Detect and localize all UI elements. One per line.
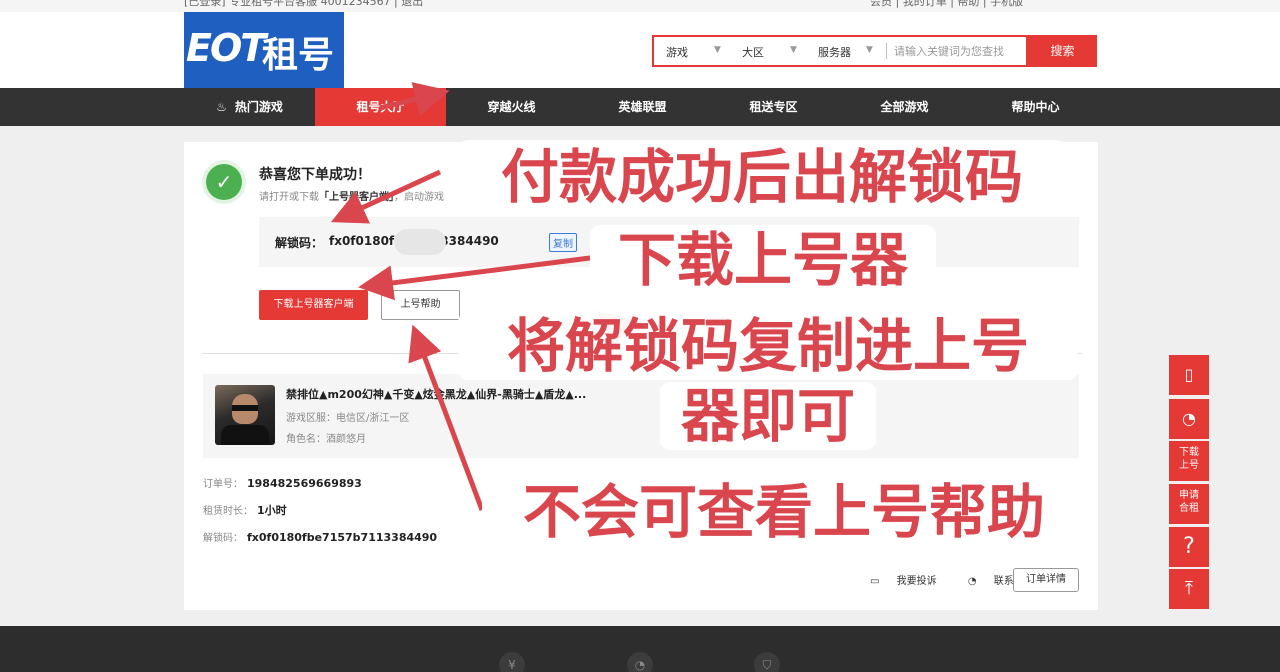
logo-mark: EOT: [186, 26, 266, 70]
unlock-code-row-value: fx0f0180fbe7157b7113384490: [247, 531, 438, 544]
nav-item-label: 全部游戏: [880, 100, 929, 114]
phone-download-icon[interactable]: ▯: [1169, 355, 1209, 395]
order-number-label: 订单号：: [203, 479, 243, 490]
question-icon[interactable]: ?: [1169, 527, 1209, 567]
chevron-down-icon[interactable]: ▼: [714, 45, 721, 55]
site-logo[interactable]: EOT 租号: [184, 12, 344, 88]
game-select[interactable]: 游戏: [666, 44, 688, 60]
search-divider: [886, 43, 887, 59]
nav-item-rent-gift[interactable]: 租送专区: [708, 88, 839, 126]
annotation-help: 不会可查看上号帮助: [482, 476, 1086, 548]
complaint-link[interactable]: ▭ 我要投诉: [870, 576, 951, 587]
nav-item-label: 穿越火线: [487, 100, 536, 114]
support-icon: ◔: [627, 652, 653, 672]
annotation-copy-line1: 将解锁码复制进上号: [458, 312, 1078, 380]
rental-duration: 租赁时长： 1小时: [203, 502, 287, 518]
download-login-tool-button[interactable]: 下载上号: [1169, 441, 1209, 481]
search-box: 游戏 ▼ 大区 ▼ 服务器 ▼: [652, 35, 1028, 67]
login-help-button[interactable]: 上号帮助: [381, 290, 460, 320]
search-button[interactable]: 搜索: [1028, 35, 1097, 67]
unlock-code-row-label: 解锁码：: [203, 533, 243, 544]
hint-suffix: ，启动游戏: [394, 192, 444, 203]
nav-item-label: 租送专区: [749, 100, 798, 114]
page-footer: ¥ ◔ ⛉: [0, 626, 1280, 672]
rental-duration-label: 租赁时长：: [203, 506, 253, 517]
apply-share-rent-button[interactable]: 申请合租: [1169, 484, 1209, 524]
logo-text: 租号: [262, 35, 335, 76]
payment-icon: ¥: [499, 652, 525, 672]
game-account-title[interactable]: 禁排位▲m200幻神▲千变▲炫金黑龙▲仙界-黑骑士▲盾龙▲...: [286, 386, 586, 402]
back-to-top-icon[interactable]: ⤒: [1169, 569, 1209, 609]
headset-icon: ◔: [967, 576, 980, 587]
nav-item-rental-hall[interactable]: 租号大厅: [315, 88, 446, 126]
annotation-copy-line2: 器即可: [660, 382, 876, 450]
hint-client: 「上号器客户端」: [319, 192, 394, 203]
order-number-value: 198482569669893: [247, 477, 362, 490]
server-select[interactable]: 服务器: [818, 44, 851, 60]
redaction-blur: [394, 229, 446, 255]
nav-item-all-games[interactable]: 全部游戏: [839, 88, 970, 126]
region-select[interactable]: 大区: [742, 44, 764, 60]
game-area: 游戏区服：电信区/浙江一区: [286, 413, 410, 424]
comment-icon: ▭: [870, 576, 883, 587]
complaint-label: 我要投诉: [896, 576, 937, 587]
game-avatar: [215, 385, 275, 445]
unlock-code-label: 解锁码：: [275, 236, 324, 250]
check-icon: ✓: [206, 164, 242, 200]
nav-item-crossfire[interactable]: 穿越火线: [446, 88, 577, 126]
annotation-download-tool: 下载上号器: [590, 225, 936, 295]
success-hint: 请打开或下载「上号器客户端」，启动游戏: [259, 188, 444, 203]
headset-icon[interactable]: ◔: [1169, 399, 1209, 439]
chevron-down-icon[interactable]: ▼: [790, 45, 797, 55]
nav-item-hot-games[interactable]: ♨ 热门游戏: [184, 88, 315, 126]
download-client-button[interactable]: 下载上号器客户端: [259, 290, 368, 320]
hint-prefix: 请打开或下载: [259, 192, 319, 203]
order-detail-button[interactable]: 订单详情: [1013, 568, 1079, 592]
nav-item-label: 帮助中心: [1011, 100, 1060, 114]
unlock-code-row: 解锁码： fx0f0180fbe7157b7113384490: [203, 529, 437, 544]
order-number: 订单号： 198482569669893: [203, 475, 362, 490]
success-title: 恭喜您下单成功！: [259, 167, 371, 183]
top-strip-left-text: [已登录] 专业租号平台客服 4001234567 | 退出: [184, 0, 424, 8]
annotation-unlock-code: 付款成功后出解锁码: [458, 140, 1066, 215]
shield-icon: ⛉: [754, 652, 780, 672]
rental-duration-value: 1小时: [257, 504, 287, 517]
game-info-box: 禁排位▲m200幻神▲千变▲炫金黑龙▲仙界-黑骑士▲盾龙▲... 游戏区服：电信…: [203, 374, 1079, 458]
nav-item-label: 英雄联盟: [618, 100, 667, 114]
nav-item-label: 租号大厅: [356, 100, 405, 114]
main-nav: ♨ 热门游戏 租号大厅 穿越火线 英雄联盟 租送专区 全部游戏 帮助中心: [0, 88, 1280, 126]
site-header: EOT 租号 游戏 ▼ 大区 ▼ 服务器 ▼ 搜索: [0, 12, 1280, 88]
chevron-down-icon[interactable]: ▼: [866, 45, 873, 55]
nav-item-help-center[interactable]: 帮助中心: [970, 88, 1101, 126]
nav-item-lol[interactable]: 英雄联盟: [577, 88, 708, 126]
game-role: 角色名：酒颜悠月: [286, 434, 366, 445]
top-strip: [已登录] 专业租号平台客服 4001234567 | 退出 会员 | 我的订单…: [0, 0, 1280, 12]
fire-icon: ♨: [216, 100, 227, 114]
nav-item-label: 热门游戏: [234, 100, 283, 114]
search-input[interactable]: [894, 41, 1024, 61]
top-strip-right-text: 会员 | 我的订单 | 帮助 | 手机版: [870, 0, 1024, 8]
copy-button[interactable]: 复制: [549, 233, 577, 252]
